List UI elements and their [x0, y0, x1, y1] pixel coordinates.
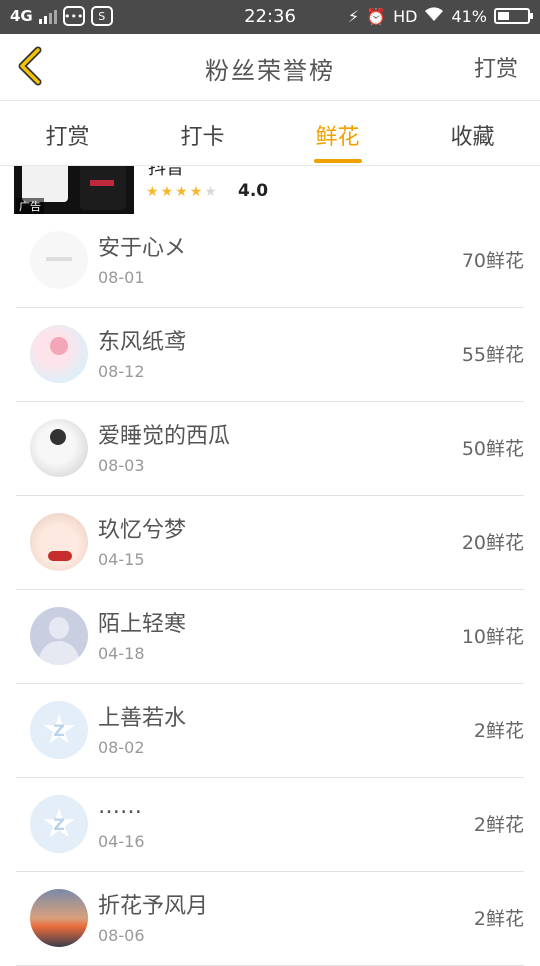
- list-item[interactable]: 东风纸鸢 08-12 55鲜花: [16, 308, 524, 402]
- tab-checkin[interactable]: 打卡: [135, 101, 270, 165]
- tab-label: 收藏: [450, 125, 495, 150]
- ad-banner[interactable]: 广告 抖音 ★ ★ ★ ★ ★ 4.0: [14, 166, 534, 214]
- flower-count: 50鲜花: [461, 438, 524, 460]
- star-empty-icon: ★: [204, 184, 217, 200]
- rating-stars: ★ ★ ★ ★ ★: [146, 184, 217, 200]
- ad-tag: 广告: [16, 198, 44, 214]
- avatar: [30, 607, 88, 665]
- reward-button[interactable]: 打赏: [474, 51, 518, 83]
- tab-reward[interactable]: 打赏: [0, 101, 135, 165]
- ad-app-name: 抖音: [148, 166, 184, 179]
- battery-saver-icon: ⚡: [347, 6, 360, 26]
- fan-date: 04-15: [98, 550, 145, 569]
- fan-list: 安于心メ 08-01 70鲜花 东风纸鸢 08-12 55鲜花 爱睡觉的西瓜 0…: [0, 214, 540, 966]
- tab-favorites[interactable]: 收藏: [405, 101, 540, 165]
- avatar: [30, 325, 88, 383]
- fan-date: 08-12: [98, 362, 145, 381]
- fan-name: 上善若水: [98, 706, 187, 731]
- tab-underline: [313, 159, 362, 163]
- fan-name: 安于心メ: [98, 236, 187, 261]
- tab-label: 鲜花: [315, 125, 360, 150]
- fan-name: 陌上轻寒: [98, 612, 187, 637]
- fan-date: 08-06: [98, 926, 145, 945]
- fan-date: 04-16: [98, 832, 145, 851]
- flower-count: 2鲜花: [473, 814, 524, 836]
- tab-bar: 打赏 打卡 鲜花 收藏: [0, 101, 540, 166]
- flower-count: 20鲜花: [461, 532, 524, 554]
- tab-label: 打赏: [45, 125, 90, 150]
- list-item[interactable]: 爱睡觉的西瓜 08-03 50鲜花: [16, 402, 524, 496]
- wifi-icon: [424, 6, 444, 26]
- flower-count: 2鲜花: [473, 908, 524, 930]
- battery-fill: [498, 12, 509, 20]
- status-right: ⚡ ⏰ HD 41%: [347, 6, 533, 26]
- tab-flowers[interactable]: 鲜花: [270, 101, 405, 165]
- flower-count: 55鲜花: [461, 344, 524, 366]
- star-icon: ★: [160, 184, 174, 200]
- fan-name: 东风纸鸢: [98, 330, 187, 355]
- list-item[interactable]: 安于心メ 08-01 70鲜花: [16, 214, 524, 308]
- flower-count: 10鲜花: [461, 626, 524, 648]
- avatar: [30, 231, 88, 289]
- ad-rating: 4.0: [238, 181, 269, 201]
- page-title: 粉丝荣誉榜: [205, 57, 335, 85]
- avatar: [30, 513, 88, 571]
- fan-date: 08-03: [98, 456, 145, 475]
- list-item[interactable]: 玖忆兮梦 04-15 20鲜花: [16, 496, 524, 590]
- header: 粉丝荣誉榜 打赏: [0, 34, 540, 101]
- fan-name: 玖忆兮梦: [98, 518, 187, 543]
- avatar: ★ Z: [30, 701, 88, 759]
- list-item[interactable]: ★ Z …… 04-16 2鲜花: [16, 778, 524, 872]
- alarm-icon: ⏰: [366, 6, 387, 26]
- flower-count: 2鲜花: [473, 720, 524, 742]
- battery-icon: [494, 8, 533, 24]
- battery-percent: 41%: [451, 6, 487, 26]
- status-bar: 4G ••• S 22:36 ⚡ ⏰ HD 41%: [0, 0, 540, 34]
- fan-name: 折花予风月: [98, 894, 209, 919]
- list-item[interactable]: 陌上轻寒 04-18 10鲜花: [16, 590, 524, 684]
- avatar: [30, 419, 88, 477]
- avatar: [30, 889, 88, 947]
- hd-label: HD: [393, 6, 418, 26]
- fan-date: 08-02: [98, 738, 145, 757]
- list-item[interactable]: 折花予风月 08-06 2鲜花: [16, 872, 524, 966]
- fan-date: 04-18: [98, 644, 145, 663]
- fan-name: 爱睡觉的西瓜: [98, 424, 231, 449]
- fan-name: ……: [98, 794, 142, 819]
- fan-date: 08-01: [98, 268, 145, 287]
- star-icon: ★: [189, 184, 203, 200]
- avatar: ★ Z: [30, 795, 88, 853]
- star-icon: ★: [146, 184, 159, 200]
- tab-label: 打卡: [180, 125, 225, 150]
- ad-image: 广告: [14, 166, 134, 214]
- star-icon: ★: [175, 184, 188, 200]
- list-item[interactable]: ★ Z 上善若水 08-02 2鲜花: [16, 684, 524, 778]
- flower-count: 70鲜花: [461, 250, 524, 272]
